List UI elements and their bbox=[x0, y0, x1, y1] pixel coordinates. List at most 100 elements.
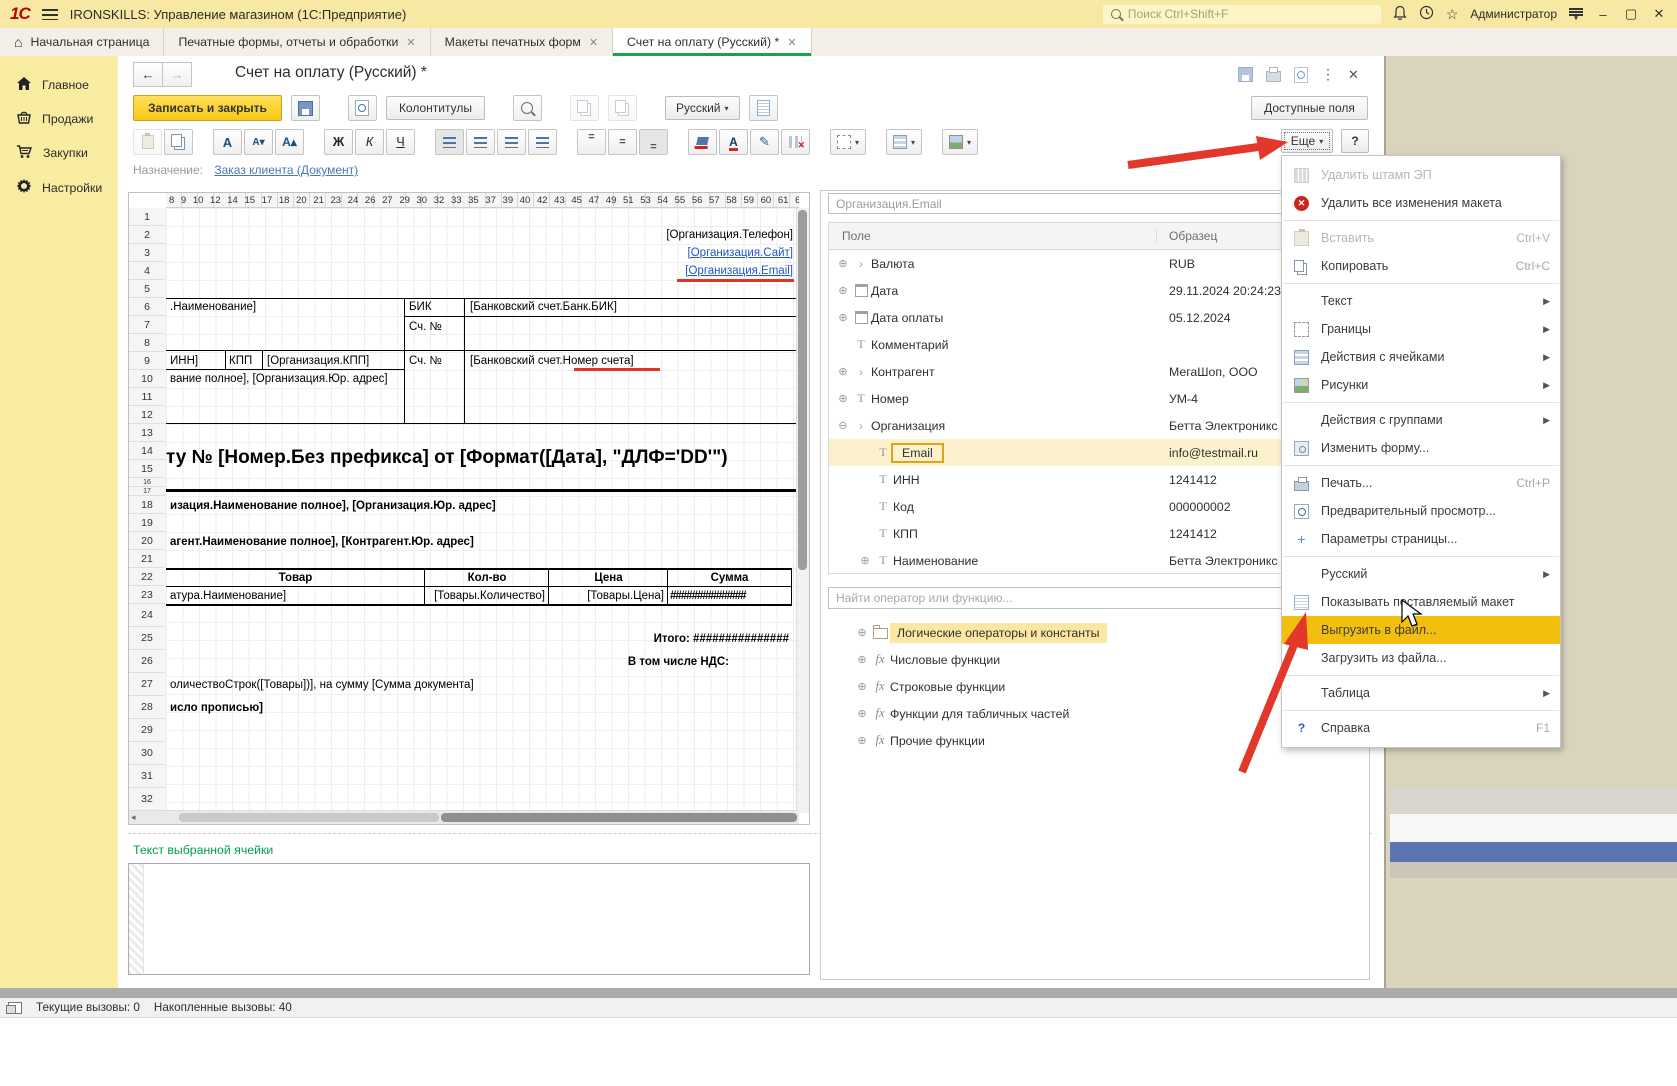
font-button[interactable]: А bbox=[213, 129, 242, 155]
font-color-button[interactable]: А bbox=[719, 129, 748, 155]
language-dropdown[interactable]: Русский▾ bbox=[665, 96, 740, 120]
row-header-24[interactable]: 24 bbox=[129, 604, 165, 627]
sheet-cell-text[interactable]: [Организация.Сайт] bbox=[688, 246, 793, 260]
sheet-cells[interactable]: [Организация.Телефон] [Организация.Сайт] [… bbox=[166, 208, 799, 813]
save-button[interactable] bbox=[291, 95, 320, 121]
template-spreadsheet[interactable]: 8 9 10 12 14 15 17 18 20 21 23 24 26 27 … bbox=[128, 192, 810, 825]
sheet-cell-text[interactable]: ту № [Номер.Без префикса] от [Формат([Да… bbox=[166, 445, 728, 471]
sheet-cell-text[interactable]: Товар bbox=[166, 571, 425, 585]
menu-item-загрузить-из-файла-[interactable]: Загрузить из файла... bbox=[1282, 644, 1560, 672]
expand-icon[interactable]: ⊕ bbox=[854, 734, 870, 747]
align-left-button[interactable] bbox=[435, 129, 464, 155]
align-center-button[interactable] bbox=[466, 129, 495, 155]
row-header-21[interactable]: 21 bbox=[129, 550, 165, 568]
underline-button[interactable]: Ч bbox=[386, 129, 415, 155]
sheet-cell-text[interactable]: .Наименование] bbox=[170, 300, 256, 314]
expand-icon[interactable]: ⊕ bbox=[854, 626, 870, 639]
row-headers[interactable]: 1234567891011121314151617181920212223242… bbox=[129, 208, 167, 813]
menu-item-предварительный-просмотр-[interactable]: Предварительный просмотр... bbox=[1282, 497, 1560, 525]
row-header-9[interactable]: 9 bbox=[129, 352, 165, 370]
expand-icon[interactable]: ⊕ bbox=[835, 311, 851, 324]
paste-button[interactable] bbox=[133, 129, 162, 155]
menu-item-справка[interactable]: ?СправкаF1 bbox=[1282, 714, 1560, 742]
fill-color-button[interactable] bbox=[688, 129, 717, 155]
copy-style2-button[interactable] bbox=[608, 95, 637, 121]
column-sample[interactable]: Образец bbox=[1157, 229, 1217, 243]
tab-4[interactable]: Счет на оплату (Русский) *✕ bbox=[613, 28, 812, 56]
sheet-cell-text[interactable]: БИК bbox=[409, 300, 432, 314]
preview-icon-button[interactable] bbox=[1294, 67, 1308, 83]
history-icon[interactable] bbox=[1419, 5, 1434, 23]
tab-1[interactable]: ⌂Начальная страница bbox=[0, 28, 164, 56]
sheet-cell-text[interactable]: [Банковский счет.Банк.БИК] bbox=[470, 300, 617, 314]
menu-item-действия-с-группами[interactable]: Действия с группами▶ bbox=[1282, 406, 1560, 434]
clear-borders-button[interactable] bbox=[781, 129, 810, 155]
row-header-7[interactable]: 7 bbox=[129, 316, 165, 334]
row-header-27[interactable]: 27 bbox=[129, 673, 165, 696]
valign-top-button[interactable]: = bbox=[577, 129, 606, 155]
font-larger-button[interactable]: А▴ bbox=[275, 129, 304, 155]
font-smaller-button[interactable]: А▾ bbox=[244, 129, 273, 155]
save-close-button[interactable]: Записать и закрыть bbox=[133, 95, 282, 121]
sheet-cell-text[interactable]: Сч. № bbox=[409, 320, 442, 334]
sidebar-item-закупки[interactable]: Закупки bbox=[0, 136, 118, 170]
column-headers[interactable]: 8 9 10 12 14 15 17 18 20 21 23 24 26 27 … bbox=[166, 193, 799, 208]
row-header-13[interactable]: 13 bbox=[129, 424, 165, 442]
row-header-31[interactable]: 31 bbox=[129, 765, 165, 788]
column-field[interactable]: Поле bbox=[829, 229, 1157, 243]
row-header-15[interactable]: 15 bbox=[129, 460, 165, 478]
tab-close-icon[interactable]: ✕ bbox=[406, 36, 415, 49]
close-form-button[interactable]: ✕ bbox=[1348, 67, 1359, 83]
valign-middle-button[interactable]: = bbox=[608, 129, 637, 155]
more-button[interactable]: Еще▾ bbox=[1281, 129, 1333, 153]
menu-item-русский[interactable]: Русский▶ bbox=[1282, 560, 1560, 588]
purpose-link[interactable]: Заказ клиента (Документ) bbox=[214, 163, 358, 177]
expand-icon[interactable]: ⊕ bbox=[854, 680, 870, 693]
available-fields-button[interactable]: Доступные поля bbox=[1251, 96, 1368, 120]
menu-item-границы[interactable]: Границы▶ bbox=[1282, 315, 1560, 343]
borders-dropdown[interactable]: ▾ bbox=[830, 129, 866, 155]
row-header-3[interactable]: 3 bbox=[129, 244, 165, 262]
headers-footers-button[interactable]: Колонтитулы bbox=[386, 96, 485, 120]
menu-item-текст[interactable]: Текст▶ bbox=[1282, 287, 1560, 315]
expand-icon[interactable]: ⊖ bbox=[835, 419, 851, 432]
minimize-button[interactable]: – bbox=[1595, 7, 1611, 22]
sheet-cell-text[interactable]: Кол-во bbox=[425, 571, 549, 585]
menu-item-рисунки[interactable]: Рисунки▶ bbox=[1282, 371, 1560, 399]
row-header-1[interactable]: 1 bbox=[129, 208, 165, 226]
menu-item-действия-с-ячейками[interactable]: Действия с ячейками▶ bbox=[1282, 343, 1560, 371]
preview-button[interactable] bbox=[348, 95, 377, 121]
align-right-button[interactable] bbox=[497, 129, 526, 155]
row-header-23[interactable]: 23 bbox=[129, 586, 165, 604]
sheet-cell-text[interactable]: [Товары.Количество] bbox=[425, 589, 545, 603]
row-header-2[interactable]: 2 bbox=[129, 226, 165, 244]
pen-button[interactable]: ✎ bbox=[750, 129, 779, 155]
tab-close-icon[interactable]: ✕ bbox=[589, 36, 598, 49]
row-header-22[interactable]: 22 bbox=[129, 568, 165, 586]
print-icon-button[interactable] bbox=[1266, 71, 1281, 82]
sheet-cell-text[interactable]: [Организация.Email] bbox=[685, 264, 793, 278]
row-header-25[interactable]: 25 bbox=[129, 627, 165, 650]
copy-style-button[interactable] bbox=[570, 95, 599, 121]
sheet-cell-text[interactable]: Сч. № bbox=[409, 354, 442, 368]
tab-2[interactable]: Печатные формы, отчеты и обработки✕ bbox=[164, 28, 430, 56]
menu-item-таблица[interactable]: Таблица▶ bbox=[1282, 679, 1560, 707]
tab-3[interactable]: Макеты печатных форм✕ bbox=[431, 28, 613, 56]
save-icon-button[interactable] bbox=[1238, 67, 1253, 82]
row-header-19[interactable]: 19 bbox=[129, 514, 165, 532]
help-button[interactable]: ? bbox=[1341, 129, 1369, 153]
expand-icon[interactable]: ⊕ bbox=[857, 554, 873, 567]
current-user[interactable]: Администратор bbox=[1470, 7, 1557, 21]
vertical-scrollbar[interactable] bbox=[796, 208, 809, 813]
vertical-scroll-thumb[interactable] bbox=[798, 210, 807, 570]
row-header-29[interactable]: 29 bbox=[129, 719, 165, 742]
row-header-32[interactable]: 32 bbox=[129, 788, 165, 811]
favorites-star-icon[interactable]: ☆ bbox=[1446, 6, 1459, 23]
sheet-cell-text[interactable]: [Организация.КПП] bbox=[267, 354, 369, 368]
horizontal-scroll-track[interactable] bbox=[179, 813, 439, 822]
sheet-cell-text[interactable]: Сумма bbox=[668, 571, 791, 585]
selected-cell-text-area[interactable] bbox=[128, 863, 810, 975]
sheet-cell-text[interactable]: КПП bbox=[229, 354, 252, 368]
sheet-cell-text[interactable]: [Организация.Телефон] bbox=[666, 228, 793, 242]
sheet-cell-text[interactable]: [Товары.Цена] bbox=[549, 589, 664, 603]
